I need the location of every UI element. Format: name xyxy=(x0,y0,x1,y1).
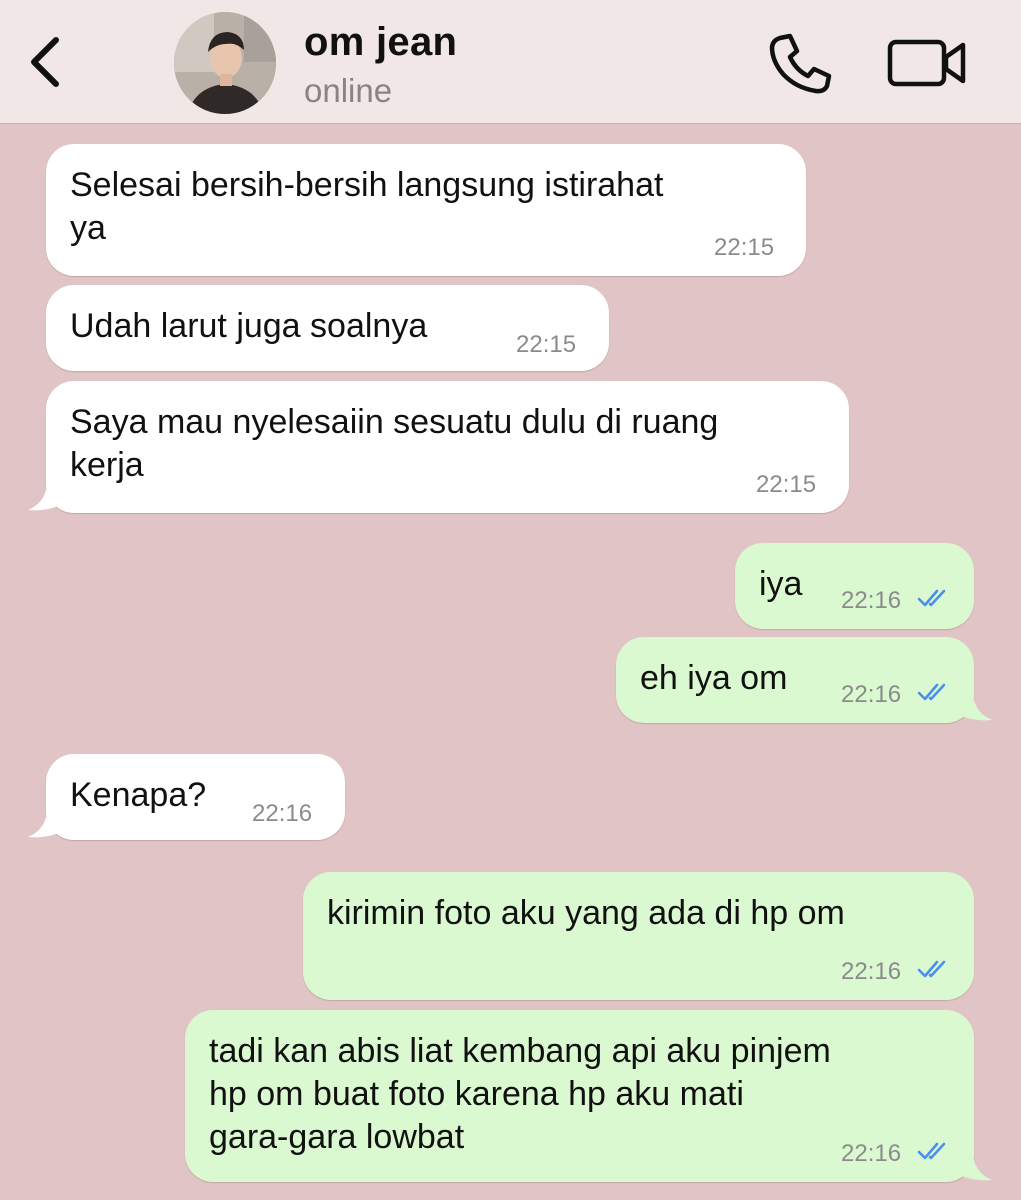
message-text: eh iya om xyxy=(640,659,788,697)
avatar[interactable] xyxy=(174,12,276,114)
bubble-tail xyxy=(28,476,66,511)
message-time: 22:16 xyxy=(252,800,313,827)
outgoing-message[interactable]: iya 22:16 xyxy=(735,543,974,629)
chevron-left-icon xyxy=(31,37,59,87)
message-text: tadi kan abis liat kembang api aku pinje… xyxy=(209,1032,831,1156)
message-time: 22:16 xyxy=(841,958,902,985)
incoming-message[interactable]: Saya mau nyelesaiin sesuatu dulu di ruan… xyxy=(46,381,849,513)
outgoing-message[interactable]: eh iya om 22:16 xyxy=(616,637,974,723)
message-text: iya xyxy=(759,565,803,603)
contact-name[interactable]: om jean xyxy=(304,20,457,65)
double-check-icon xyxy=(917,589,946,607)
bubble-tail xyxy=(28,803,66,838)
message-time: 22:16 xyxy=(841,587,902,614)
phone-icon xyxy=(769,33,832,94)
double-check-icon xyxy=(917,1142,946,1160)
contact-photo xyxy=(174,12,276,114)
contact-status: online xyxy=(304,72,393,109)
message-text: Udah larut juga soalnya xyxy=(70,307,428,345)
message-time: 22:16 xyxy=(841,681,902,708)
message-time: 22:15 xyxy=(516,331,577,358)
message-text: Saya mau nyelesaiin sesuatu dulu di ruan… xyxy=(70,403,719,484)
voice-call-button[interactable] xyxy=(766,30,834,96)
double-check-icon xyxy=(917,960,946,978)
outgoing-message[interactable]: tadi kan abis liat kembang api aku pinje… xyxy=(185,1010,974,1182)
incoming-message[interactable]: Udah larut juga soalnya 22:15 xyxy=(46,285,609,371)
incoming-message[interactable]: Selesai bersih-bersih langsung istirahat… xyxy=(46,144,806,276)
video-camera-icon xyxy=(887,39,966,87)
back-button[interactable] xyxy=(22,30,72,94)
incoming-message[interactable]: Kenapa? 22:16 xyxy=(46,754,345,840)
chat-header: om jean online xyxy=(0,0,1021,124)
video-call-button[interactable] xyxy=(886,36,968,90)
message-time: 22:16 xyxy=(841,1140,902,1167)
bubble-tail xyxy=(954,1146,992,1181)
message-text: Kenapa? xyxy=(70,776,207,814)
message-time: 22:15 xyxy=(714,234,775,261)
message-text: kirimin foto aku yang ada di hp om xyxy=(327,894,845,932)
message-time: 22:15 xyxy=(756,471,817,498)
message-text: Selesai bersih-bersih langsung istirahat… xyxy=(70,166,664,247)
outgoing-message[interactable]: kirimin foto aku yang ada di hp om 22:16 xyxy=(303,872,974,1000)
double-check-icon xyxy=(917,683,946,701)
bubble-tail xyxy=(954,686,992,721)
